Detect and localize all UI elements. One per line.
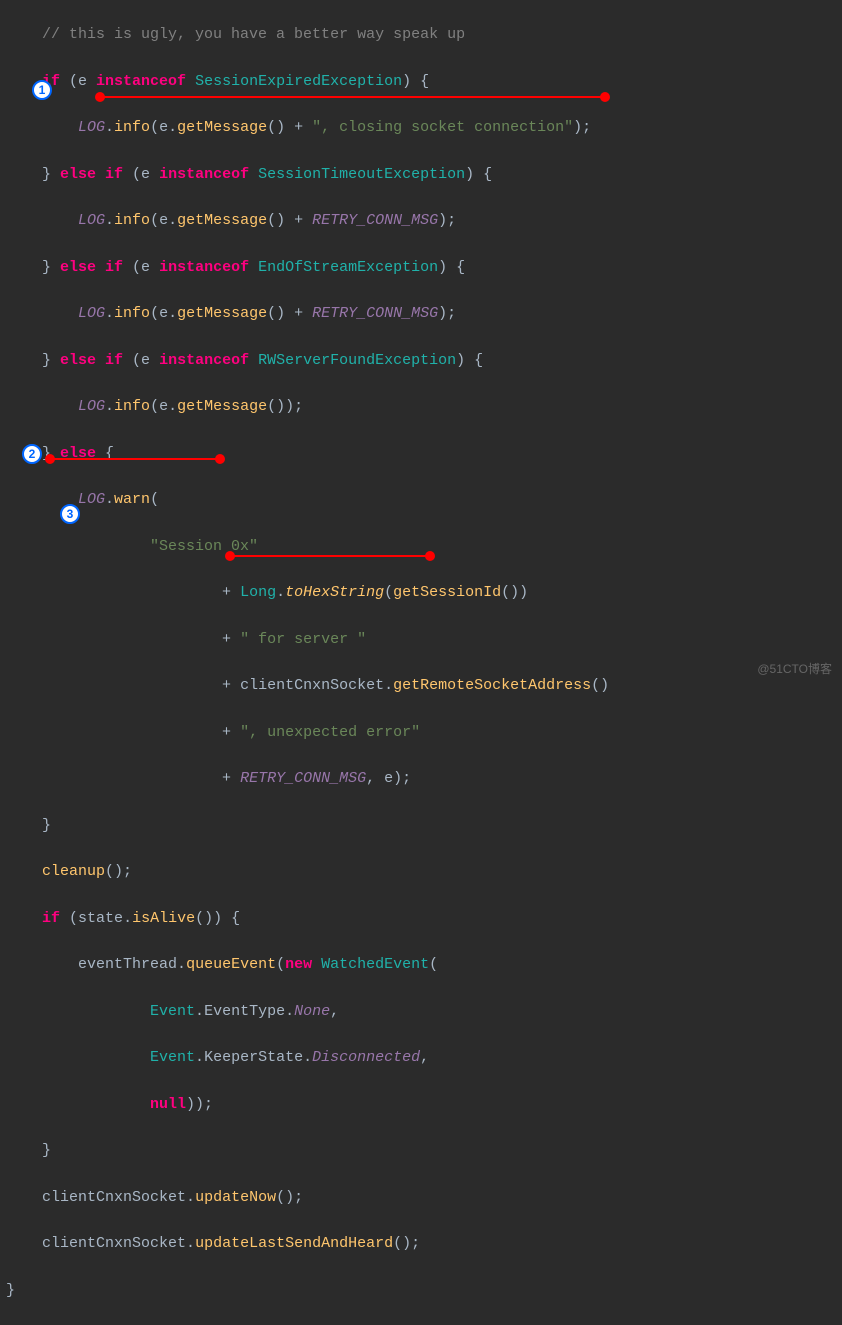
code-line: } else if (e instanceof EndOfStreamExcep… — [6, 256, 836, 279]
code-line: + " for server " — [6, 628, 836, 651]
code-line: LOG.warn( — [6, 488, 836, 511]
code-line: LOG.info(e.getMessage()); — [6, 395, 836, 418]
code-line: clientCnxnSocket.updateLastSendAndHeard(… — [6, 1232, 836, 1255]
code-line: eventThread.queueEvent(new WatchedEvent( — [6, 953, 836, 976]
annotation-underline-2 — [50, 458, 220, 460]
code-line: if (state.isAlive()) { — [6, 907, 836, 930]
code-line: // this is ugly, you have a better way s… — [6, 23, 836, 46]
code-line: Event.EventType.None, — [6, 1000, 836, 1023]
annotation-marker-1: 1 — [32, 80, 52, 100]
code-line: LOG.info(e.getMessage() + RETRY_CONN_MSG… — [6, 209, 836, 232]
code-line: + RETRY_CONN_MSG, e); — [6, 767, 836, 790]
code-line: + clientCnxnSocket.getRemoteSocketAddres… — [6, 674, 836, 697]
code-line: if (e instanceof SessionExpiredException… — [6, 70, 836, 93]
annotation-underline-3 — [230, 555, 430, 557]
annotation-underline-1 — [100, 96, 605, 98]
code-line: } else { — [6, 442, 836, 465]
code-line: cleanup(); — [6, 860, 836, 883]
code-line: Event.KeeperState.Disconnected, — [6, 1046, 836, 1069]
annotation-marker-2: 2 — [22, 444, 42, 464]
comment-text: // this is ugly, you have a better way s… — [42, 26, 465, 43]
watermark-text: @51CTO博客 — [757, 660, 832, 679]
code-line: LOG.info(e.getMessage() + RETRY_CONN_MSG… — [6, 302, 836, 325]
code-line: + ", unexpected error" — [6, 721, 836, 744]
code-line: + Long.toHexString(getSessionId()) — [6, 581, 836, 604]
code-line: } else if (e instanceof SessionTimeoutEx… — [6, 163, 836, 186]
code-line: null)); — [6, 1093, 836, 1116]
code-line: } — [6, 814, 836, 837]
code-line: LOG.info(e.getMessage() + ", closing soc… — [6, 116, 836, 139]
code-line: } — [6, 1279, 836, 1302]
code-line: } else if (e instanceof RWServerFoundExc… — [6, 349, 836, 372]
annotation-marker-3: 3 — [60, 504, 80, 524]
code-line: clientCnxnSocket.updateNow(); — [6, 1186, 836, 1209]
code-line: } — [6, 1139, 836, 1162]
code-editor[interactable]: // this is ugly, you have a better way s… — [0, 0, 842, 1325]
